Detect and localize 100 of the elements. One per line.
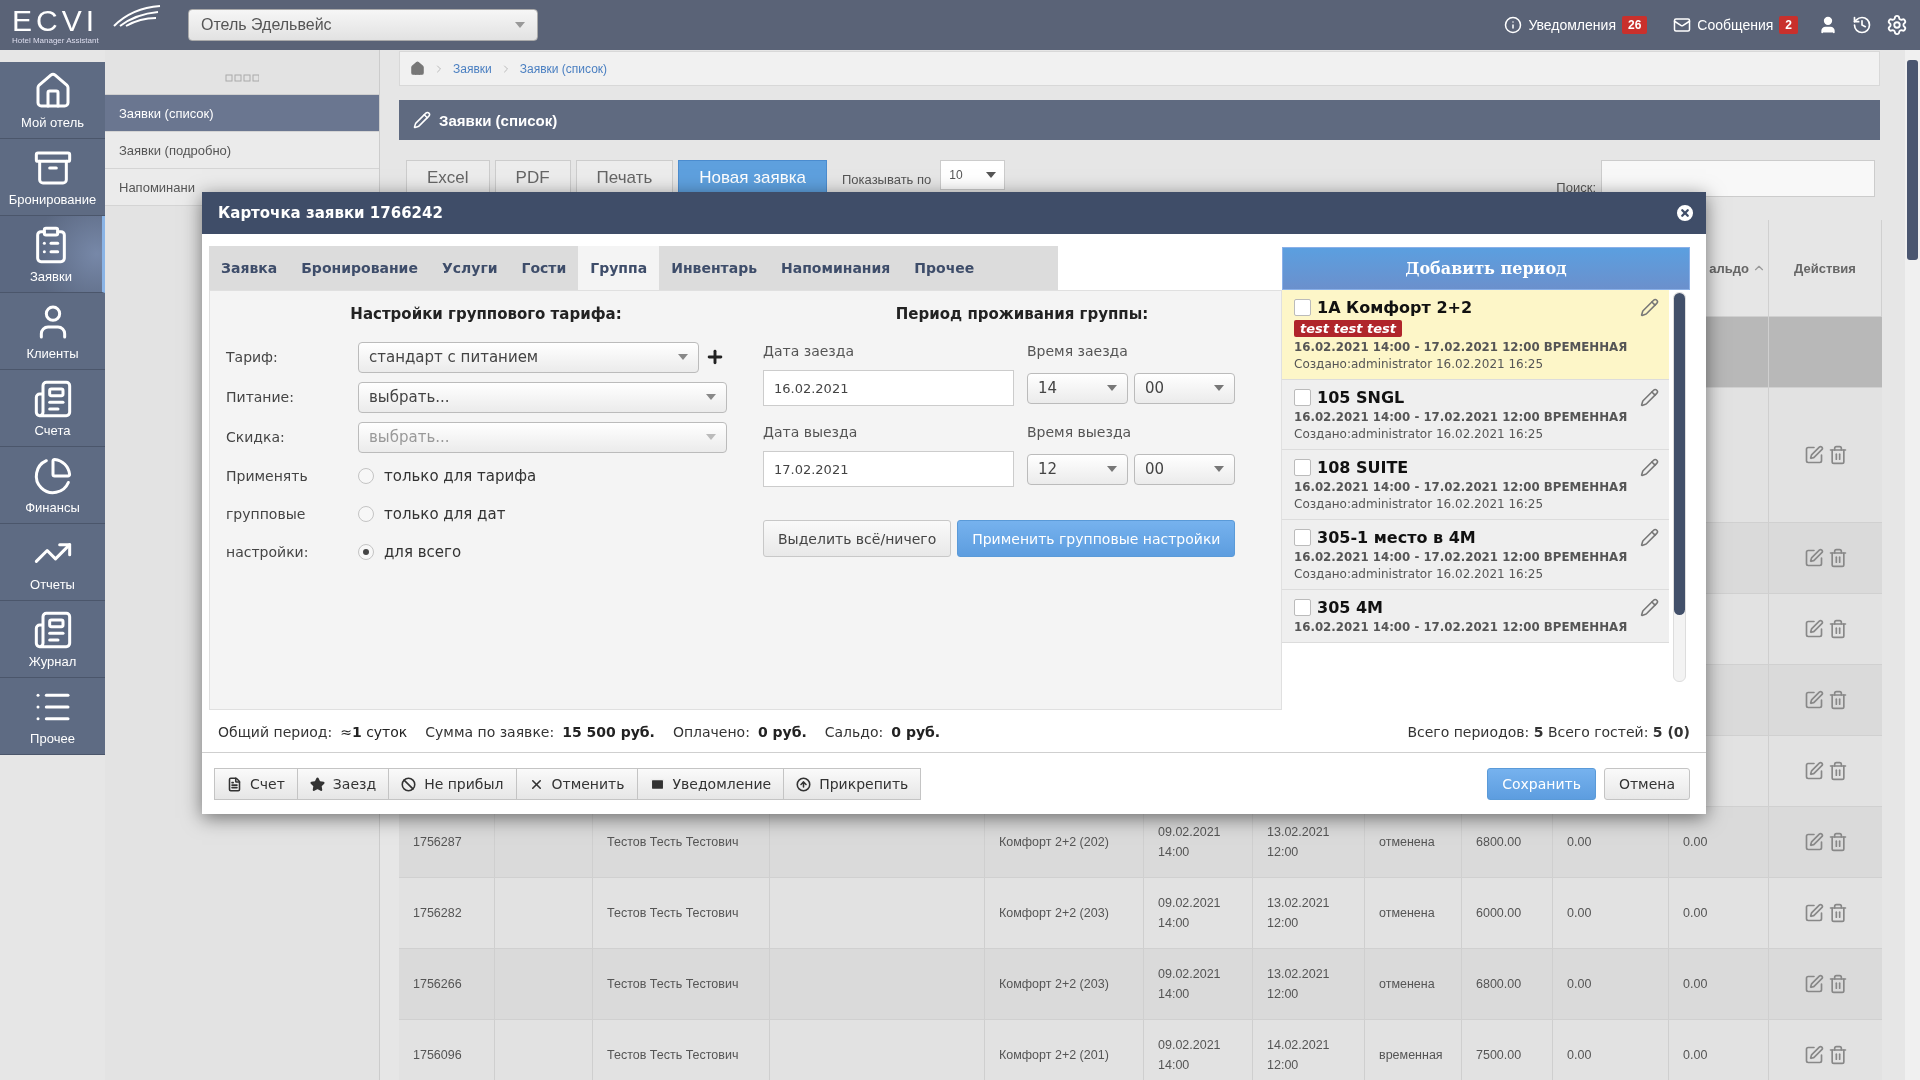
period-card[interactable]: 1A Комфорт 2+2 test test test 16.02.2021 14:00 - 17.02.2021 12:00 ВРЕМЕННАЯ Создано:administrator 16.02.2021 16:25 <box>1282 290 1669 380</box>
edit-icon[interactable] <box>1803 619 1824 639</box>
edit-icon[interactable] <box>1803 974 1824 994</box>
hotel-select[interactable]: Отель Эдельвейс <box>188 9 538 41</box>
summary-value: 15 500 руб. <box>562 724 655 740</box>
table-cell-text: Комфорт 2+2 (202) <box>999 834 1109 851</box>
nav-item[interactable]: Прочее <box>0 678 105 755</box>
action-button[interactable]: Выделить всё/ничего <box>763 520 952 557</box>
checkbox[interactable] <box>1294 459 1311 476</box>
user-icon[interactable] <box>1818 15 1838 35</box>
action-button[interactable]: Прикрепить <box>783 768 922 800</box>
edit-icon[interactable] <box>1803 690 1824 710</box>
notifications-link[interactable]: Уведомления 26 <box>1498 12 1654 38</box>
edit-icon[interactable] <box>1803 548 1824 568</box>
action-button[interactable]: Счет <box>214 768 298 800</box>
breadcrumb-link[interactable]: Заявки (список) <box>519 61 608 76</box>
action-button[interactable]: Не прибыл <box>388 768 517 800</box>
select-field[interactable]: стандарт с питанием <box>358 341 699 373</box>
action-button[interactable]: Уведомление <box>636 768 785 800</box>
trash-icon[interactable] <box>1827 1045 1848 1065</box>
close-icon[interactable] <box>1674 202 1696 224</box>
nav-item[interactable]: Мой отель <box>0 62 105 139</box>
home-icon[interactable] <box>410 61 425 76</box>
settings-icon[interactable] <box>1886 14 1908 36</box>
table-cell-text: отменена <box>1379 976 1435 993</box>
messages-link[interactable]: Сообщения 2 <box>1667 12 1804 38</box>
action-button[interactable]: Заезд <box>296 768 390 800</box>
minute-select[interactable]: 00 <box>1134 453 1235 485</box>
trash-icon[interactable] <box>1827 761 1848 781</box>
checkbox[interactable] <box>1294 599 1311 616</box>
radio-label: для всего <box>384 543 462 561</box>
trash-icon[interactable] <box>1827 974 1848 994</box>
radio-button[interactable] <box>358 468 374 484</box>
field-label: групповые <box>226 506 307 522</box>
table-cell-text: 6800.00 <box>1476 976 1522 993</box>
trash-icon[interactable] <box>1827 445 1848 465</box>
cancel-button[interactable]: Отмена <box>1603 768 1690 800</box>
checkbox[interactable] <box>1294 529 1311 546</box>
date-field[interactable]: 16.02.2021 <box>763 370 1014 406</box>
swoosh-icon <box>112 3 162 28</box>
period-card[interactable]: 305 4М 16.02.2021 14:00 - 17.02.2021 12:00 ВРЕМЕННАЯ <box>1282 590 1669 643</box>
edit-icon[interactable] <box>1803 445 1824 465</box>
period-dates: 16.02.2021 14:00 - 17.02.2021 12:00 ВРЕМЕННАЯ <box>1294 340 1629 354</box>
checkbox[interactable] <box>1294 299 1311 316</box>
scrollbar-thumb[interactable] <box>1907 60 1918 260</box>
radio-button[interactable] <box>358 506 374 522</box>
tab[interactable]: Группа <box>578 246 660 290</box>
pencil-icon[interactable] <box>1640 598 1659 617</box>
hour-select[interactable]: 14 <box>1027 372 1128 404</box>
period-card[interactable]: 305-1 место в 4М 16.02.2021 14:00 - 17.02.2021 12:00 ВРЕМЕННАЯ Создано:administrator 16.02.2021 16:25 <box>1282 520 1669 590</box>
trash-icon[interactable] <box>1827 548 1848 568</box>
submenu-item[interactable]: Заявки (список) <box>105 95 379 132</box>
history-icon[interactable] <box>1852 15 1872 35</box>
minute-select[interactable]: 00 <box>1134 372 1235 404</box>
caret-icon <box>1107 466 1117 472</box>
hour-select[interactable]: 12 <box>1027 453 1128 485</box>
nav-item[interactable]: Финансы <box>0 447 105 524</box>
radio-button[interactable] <box>358 544 374 560</box>
trash-icon[interactable] <box>1827 903 1848 923</box>
nav-item[interactable]: Счета <box>0 370 105 447</box>
summary-value: ≈1 суток <box>340 724 408 740</box>
search-field[interactable] <box>1601 160 1875 197</box>
section-heading: Период проживания группы: <box>894 305 1150 325</box>
action-button[interactable]: Отменить <box>515 768 638 800</box>
period-card[interactable]: 105 SNGL 16.02.2021 14:00 - 17.02.2021 12:00 ВРЕМЕННАЯ Создано:administrator 16.02.2021 16:25 <box>1282 380 1669 450</box>
caret-icon <box>515 22 525 28</box>
edit-icon[interactable] <box>1803 903 1824 923</box>
period-card[interactable]: 108 SUITE 16.02.2021 14:00 - 17.02.2021 12:00 ВРЕМЕННАЯ Создано:administrator 16.02.2021 16:25 <box>1282 450 1669 520</box>
nav-item[interactable]: Клиенты <box>0 293 105 370</box>
nav-item[interactable]: Отчеты <box>0 524 105 601</box>
page-size-select[interactable]: 10 <box>940 160 1006 190</box>
caret-icon <box>1107 385 1117 391</box>
select-field[interactable]: выбрать... <box>358 381 727 413</box>
table-cell-text: 1756096 <box>413 1047 462 1064</box>
caret-icon <box>986 172 997 178</box>
nav-item[interactable]: Журнал <box>0 601 105 678</box>
trash-icon[interactable] <box>1827 832 1848 852</box>
nav-item[interactable]: Бронирование <box>0 139 105 216</box>
pencil-icon[interactable] <box>1640 528 1659 547</box>
trash-icon[interactable] <box>1827 690 1848 710</box>
edit-icon[interactable] <box>1803 761 1824 781</box>
column-header: Действия <box>1794 260 1856 276</box>
scrollbar-thumb[interactable] <box>1674 293 1685 615</box>
plus-icon[interactable] <box>705 347 725 367</box>
edit-icon[interactable] <box>1803 1045 1824 1065</box>
caret-icon <box>706 394 716 400</box>
radio-label: только для тарифа <box>384 467 537 485</box>
tag: test test test <box>1294 320 1402 337</box>
pencil-icon[interactable] <box>1640 388 1659 407</box>
trash-icon[interactable] <box>1827 619 1848 639</box>
pencil-icon[interactable] <box>1640 298 1659 317</box>
checkbox[interactable] <box>1294 389 1311 406</box>
pencil-icon[interactable] <box>1640 458 1659 477</box>
date-field[interactable]: 17.02.2021 <box>763 451 1014 487</box>
submenu-item[interactable]: Заявки (подробно) <box>105 132 379 169</box>
edit-icon[interactable] <box>1803 832 1824 852</box>
table-cell-text: Тестов Тесть Тестович <box>607 976 739 993</box>
logo-text: ECVI <box>12 5 99 36</box>
breadcrumb-link[interactable]: Заявки <box>453 61 492 76</box>
nav-item[interactable]: Заявки <box>0 216 105 293</box>
